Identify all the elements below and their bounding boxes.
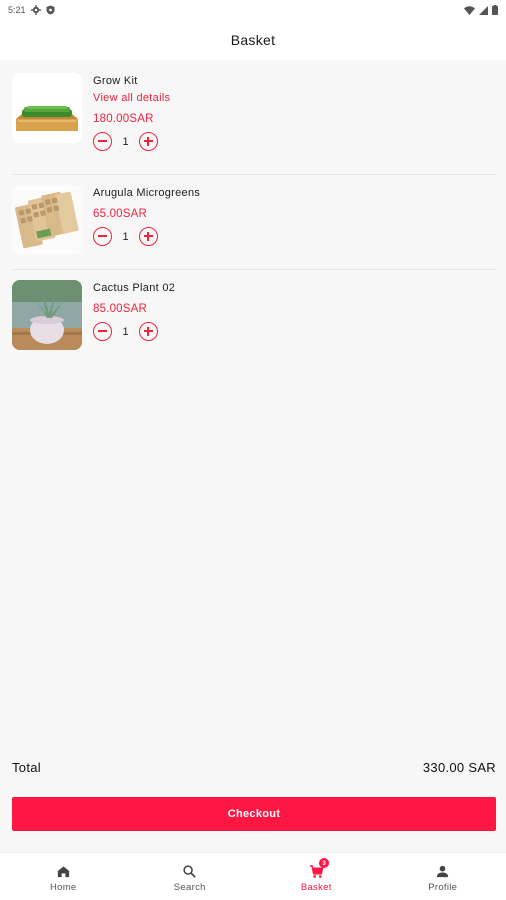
total-label: Total bbox=[12, 760, 41, 775]
status-time: 5:21 bbox=[8, 5, 26, 15]
increase-quantity-button[interactable] bbox=[139, 132, 158, 151]
cart-count-badge: 3 bbox=[319, 858, 330, 868]
increase-quantity-button[interactable] bbox=[139, 322, 158, 341]
wifi-icon bbox=[464, 5, 475, 15]
settings-status-icon bbox=[30, 5, 41, 15]
checkout-button[interactable]: Checkout bbox=[12, 797, 496, 831]
quantity-value: 1 bbox=[122, 325, 129, 338]
person-icon bbox=[437, 865, 449, 878]
nav-label: Profile bbox=[428, 882, 458, 893]
bottom-navigation: Home Search 3 Basket Profile bbox=[0, 852, 506, 900]
home-icon bbox=[57, 866, 69, 878]
quantity-stepper: 1 bbox=[93, 132, 170, 151]
basket-item: Arugula Microgreens 65.00SAR 1 bbox=[12, 175, 496, 269]
nav-item-search[interactable]: Search bbox=[127, 853, 254, 900]
quantity-value: 1 bbox=[122, 230, 129, 243]
battery-icon bbox=[492, 5, 498, 15]
quantity-stepper: 1 bbox=[93, 227, 200, 246]
minus-icon bbox=[98, 140, 107, 142]
product-image-cactus[interactable] bbox=[12, 280, 82, 350]
basket-list: Grow Kit View all details 180.00SAR 1 Ar… bbox=[0, 64, 506, 364]
nav-label: Basket bbox=[300, 882, 332, 893]
product-name: Grow Kit bbox=[93, 75, 138, 87]
total-value: 330.00 SAR bbox=[422, 760, 496, 775]
search-icon bbox=[183, 865, 196, 878]
decrease-quantity-button[interactable] bbox=[93, 227, 112, 246]
quantity-stepper: 1 bbox=[93, 322, 175, 341]
product-image-arugula[interactable] bbox=[12, 185, 82, 255]
minus-icon bbox=[98, 235, 107, 237]
basket-item: Cactus Plant 02 85.00SAR 1 bbox=[12, 270, 496, 364]
app-bar: Basket bbox=[0, 20, 506, 60]
decrease-quantity-button[interactable] bbox=[93, 132, 112, 151]
minus-icon bbox=[98, 330, 107, 332]
nav-item-home[interactable]: Home bbox=[0, 853, 127, 900]
nav-item-profile[interactable]: Profile bbox=[380, 853, 506, 900]
nav-item-basket[interactable]: 3 Basket bbox=[253, 853, 380, 900]
increase-quantity-button[interactable] bbox=[139, 227, 158, 246]
nav-label: Home bbox=[49, 882, 77, 893]
shield-status-icon bbox=[46, 5, 55, 15]
view-details-link[interactable]: View all details bbox=[93, 92, 170, 104]
decrease-quantity-button[interactable] bbox=[93, 322, 112, 341]
product-price: 180.00SAR bbox=[93, 113, 154, 125]
nav-label: Search bbox=[173, 882, 206, 893]
signal-icon bbox=[479, 5, 488, 15]
product-image-grow-kit[interactable] bbox=[12, 73, 82, 143]
total-row: Total 330.00 SAR bbox=[12, 760, 496, 775]
basket-item: Grow Kit View all details 180.00SAR 1 bbox=[12, 64, 496, 174]
product-name: Arugula Microgreens bbox=[93, 187, 201, 199]
product-price: 85.00SAR bbox=[93, 303, 148, 315]
quantity-value: 1 bbox=[122, 135, 129, 148]
product-price: 65.00SAR bbox=[93, 208, 148, 220]
status-bar: 5:21 bbox=[0, 0, 506, 20]
product-name: Cactus Plant 02 bbox=[93, 282, 176, 294]
page-title: Basket bbox=[230, 32, 276, 48]
